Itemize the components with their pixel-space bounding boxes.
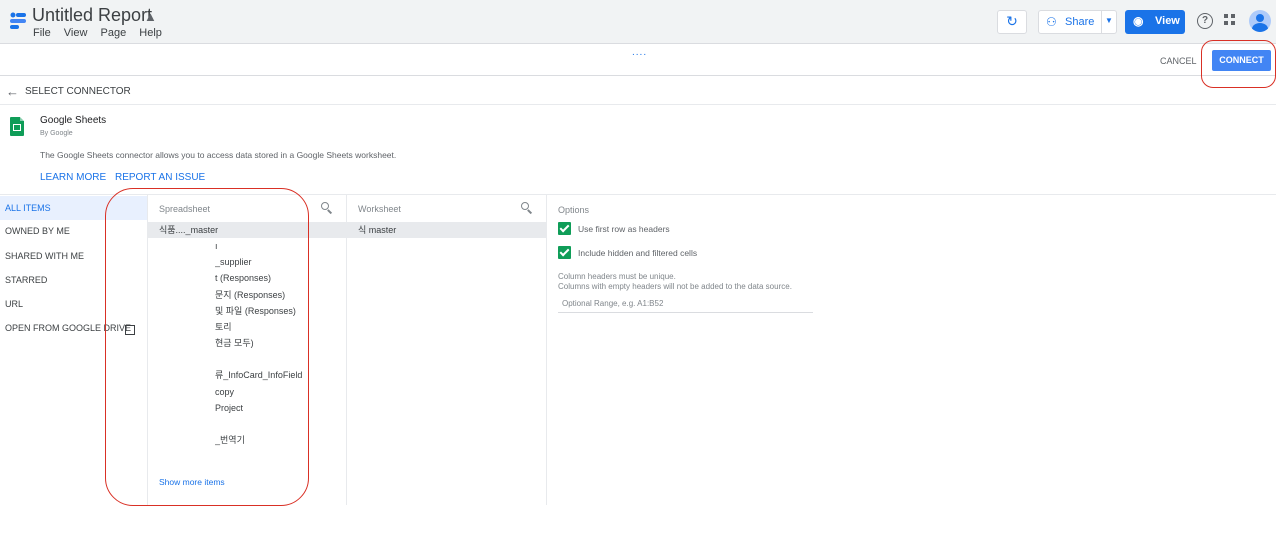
data-studio-logo-icon[interactable] — [9, 11, 27, 31]
annotation-circle-connect — [1201, 40, 1276, 88]
connector-description: The Google Sheets connector allows you t… — [40, 150, 397, 160]
worksheet-item[interactable]: 식 master — [347, 222, 546, 238]
drive-icon: ▲ — [144, 9, 157, 24]
app-bar: Untitled Report ▲ File View Page Help ↻ … — [0, 0, 1276, 44]
add-person-icon: ⚇ — [1046, 15, 1057, 29]
apps-grid-icon[interactable] — [1224, 14, 1236, 26]
share-label: Share — [1065, 16, 1095, 28]
avatar[interactable] — [1249, 10, 1271, 32]
menu-bar: File View Page Help — [33, 27, 172, 39]
column-divider — [546, 195, 547, 505]
menu-file[interactable]: File — [33, 27, 51, 39]
share-divider — [1101, 11, 1102, 33]
options-title: Options — [558, 205, 590, 215]
search-icon[interactable] — [321, 202, 333, 214]
view-label: View — [1155, 15, 1180, 27]
menu-help[interactable]: Help — [139, 27, 162, 39]
eye-icon: ◉ — [1133, 14, 1144, 28]
back-arrow-icon[interactable]: ← — [6, 84, 19, 99]
connector-by: By Google — [40, 130, 73, 137]
optional-range-input[interactable] — [558, 295, 813, 313]
google-sheets-icon — [10, 117, 24, 136]
report-title[interactable]: Untitled Report — [32, 5, 152, 26]
use-first-row-checkbox[interactable] — [558, 222, 571, 235]
headers-unique-note: Column headers must be unique. — [558, 272, 676, 281]
use-first-row-label: Use first row as headers — [578, 224, 670, 234]
share-dropdown-icon[interactable]: ▼ — [1105, 16, 1113, 25]
learn-more-link[interactable]: LEARN MORE — [40, 172, 106, 183]
report-issue-link[interactable]: REPORT AN ISSUE — [115, 172, 205, 183]
include-hidden-label: Include hidden and filtered cells — [578, 248, 698, 258]
empty-headers-note: Columns with empty headers will not be a… — [558, 282, 792, 291]
divider — [0, 104, 1276, 105]
menu-view[interactable]: View — [64, 27, 88, 39]
drag-handle[interactable]: .... — [632, 47, 647, 58]
annotation-circle-spreadsheet-list — [105, 188, 309, 506]
column-divider — [346, 195, 347, 505]
cancel-button[interactable]: CANCEL — [1160, 56, 1197, 66]
menu-page[interactable]: Page — [101, 27, 127, 39]
connector-name: Google Sheets — [40, 115, 107, 126]
help-icon[interactable]: ? — [1197, 13, 1213, 29]
view-button[interactable]: ◉ View — [1125, 10, 1185, 34]
refresh-button[interactable]: ↻ — [997, 10, 1027, 34]
share-button[interactable]: ⚇ Share ▼ — [1038, 10, 1117, 34]
select-connector-heading[interactable]: SELECT CONNECTOR — [25, 86, 131, 97]
search-icon[interactable] — [521, 202, 533, 214]
include-hidden-checkbox[interactable] — [558, 246, 571, 259]
refresh-icon: ↻ — [1006, 13, 1018, 29]
worksheet-header: Worksheet — [358, 204, 401, 214]
